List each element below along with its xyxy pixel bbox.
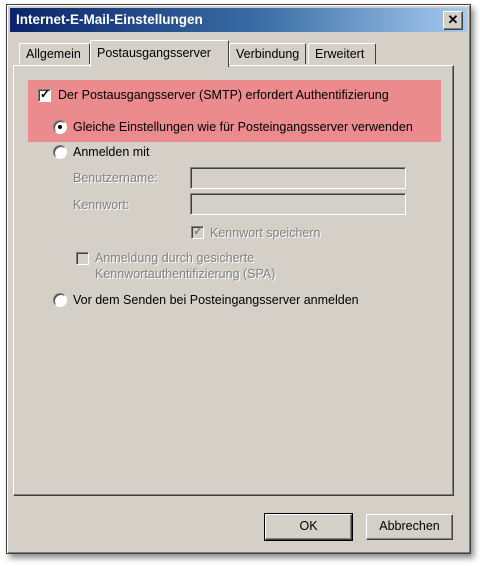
check-icon: ✓ (193, 224, 204, 238)
tab-label: Erweitert (315, 47, 365, 61)
before-send-label: Vor dem Senden bei Posteingangsserver an… (73, 293, 359, 307)
tab-label: Allgemein (26, 47, 81, 61)
save-password-checkbox[interactable]: ✓ (191, 224, 204, 239)
before-send-radio[interactable] (53, 293, 67, 307)
same-settings-label: Gleiche Einstellungen wie für Posteingan… (73, 120, 413, 134)
tab-erweitert[interactable]: Erweitert (308, 43, 376, 64)
smtp-auth-checkbox[interactable]: ✓ (38, 87, 51, 102)
close-icon: ✕ (447, 12, 459, 27)
cancel-button-label: Abbrechen (379, 519, 440, 533)
login-with-label: Anmelden mit (73, 145, 150, 159)
login-with-radio[interactable] (53, 145, 67, 159)
tab-verbindung[interactable]: Verbindung (229, 43, 306, 64)
title-bar[interactable]: Internet-E-Mail-Einstellungen ✕ (10, 8, 467, 32)
tab-label: Verbindung (236, 47, 300, 61)
smtp-auth-label: Der Postausgangsserver (SMTP) erfordert … (58, 88, 389, 102)
close-button[interactable]: ✕ (443, 11, 463, 30)
password-field[interactable] (190, 193, 406, 215)
password-label: Kennwort: (73, 198, 130, 212)
save-password-label: Kennwort speichern (210, 226, 321, 240)
username-label: Benutzername: (73, 171, 158, 185)
tab-label: Postausgangsserver (97, 46, 211, 60)
spa-label-line1: Anmeldung durch gesicherte (95, 251, 255, 265)
spa-label-line2: Kennwortauthentifizierung (SPA) (95, 267, 276, 281)
ok-button-label: OK (299, 519, 318, 533)
tab-postausgangsserver[interactable]: Postausgangsserver (90, 40, 229, 67)
tab-allgemein[interactable]: Allgemein (19, 43, 90, 64)
spa-checkbox[interactable] (76, 252, 89, 265)
username-field[interactable] (190, 167, 406, 189)
check-icon: ✓ (40, 87, 51, 101)
same-settings-radio[interactable] (53, 120, 67, 134)
ok-button[interactable]: OK (264, 513, 353, 541)
window-title: Internet-E-Mail-Einstellungen (16, 12, 203, 27)
radio-dot-icon (58, 125, 62, 129)
cancel-button[interactable]: Abbrechen (366, 514, 453, 540)
